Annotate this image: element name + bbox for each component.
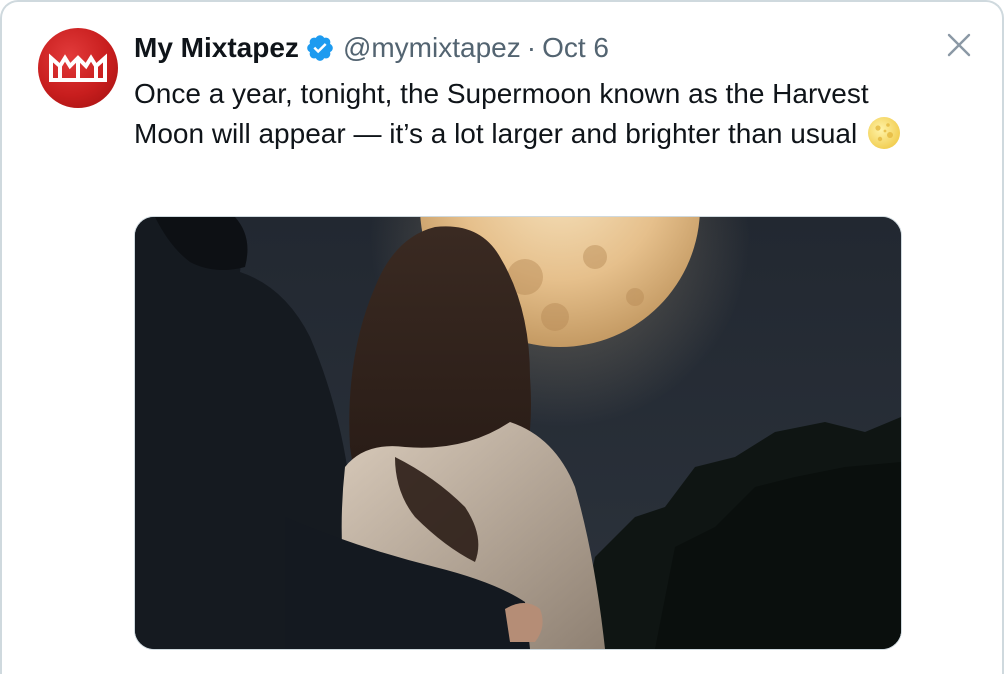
verified-badge-icon [305, 33, 335, 63]
tweet-date[interactable]: Oct 6 [542, 32, 609, 64]
tweet-text: Once a year, tonight, the Supermoon know… [134, 78, 869, 149]
tweet-body: Once a year, tonight, the Supermoon know… [134, 74, 934, 154]
harvest-moon-couple-photo [135, 217, 901, 649]
tweet-card[interactable]: My Mixtapez @mymixtapez · Oct 6 Once a y… [0, 0, 1004, 674]
tweet-photo[interactable] [134, 216, 902, 650]
author-avatar[interactable] [38, 28, 118, 108]
close-icon[interactable] [946, 32, 972, 58]
separator-dot: · [526, 32, 537, 63]
mm-logo-icon [49, 53, 107, 82]
tweet-header: My Mixtapez @mymixtapez · Oct 6 [134, 30, 609, 66]
author-name[interactable]: My Mixtapez [134, 32, 299, 64]
author-handle[interactable]: @mymixtapez [343, 32, 521, 64]
full-moon-emoji [867, 116, 901, 150]
